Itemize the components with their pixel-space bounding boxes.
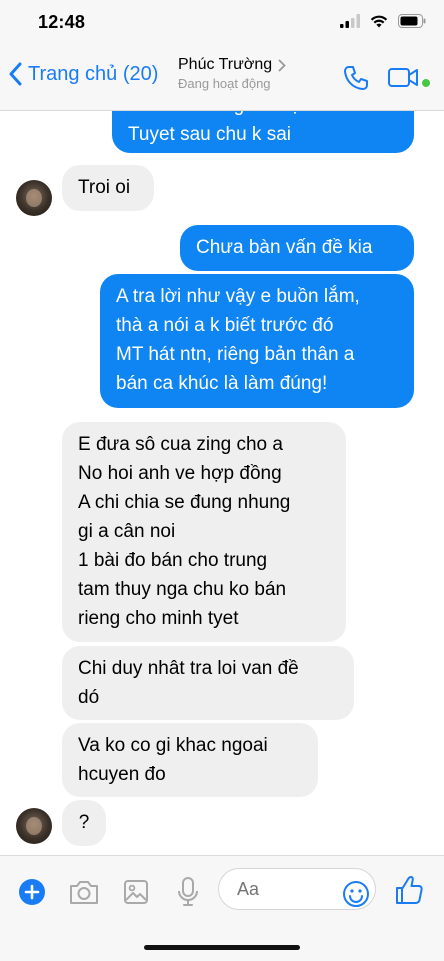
contact-status: Đang hoạt động: [178, 76, 271, 91]
message-line: thà a nói a k biết trước đó: [116, 315, 334, 336]
message-line: A chi chia se đung nhung: [78, 492, 291, 513]
call-button[interactable]: [342, 64, 370, 97]
message-line: gi a cân noi: [78, 521, 176, 542]
message-line: dó: [78, 687, 100, 708]
camera-icon: [70, 881, 98, 904]
chevron-left-icon: [9, 62, 22, 86]
camera-button[interactable]: [68, 878, 100, 911]
message-bubble-sent[interactable]: Chưa bàn vấn đề kia: [180, 225, 414, 271]
message-line: Chi duy nhât tra loi van đề: [78, 658, 299, 679]
photo-button[interactable]: [122, 878, 150, 911]
message-line: E đưa sô cua zing cho a: [78, 434, 283, 455]
message-line: nữa.. Ko rung ve luật la e: [128, 111, 398, 120]
status-icons: [340, 14, 426, 28]
more-actions-button[interactable]: [18, 878, 46, 911]
contact-info[interactable]: Phúc Trường Đang hoạt động: [178, 56, 286, 91]
video-camera-icon: [388, 68, 432, 89]
message-line: ?: [78, 812, 90, 833]
chat-header: Trang chủ (20) Phúc Trường Đang hoạt độn…: [0, 46, 444, 111]
message-line: Troi oi: [78, 177, 131, 198]
message-line: hcuyen đo: [78, 764, 166, 785]
message-line: Chưa bàn vấn đề kia: [196, 237, 373, 258]
voice-button[interactable]: [176, 876, 200, 913]
like-button[interactable]: [394, 874, 424, 911]
back-button[interactable]: Trang chủ (20): [8, 62, 158, 86]
video-call-button[interactable]: [388, 66, 434, 95]
thumbs-up-icon: [396, 876, 423, 904]
photo-icon: [124, 880, 148, 904]
message-line: Va ko co gi khac ngoai: [78, 735, 268, 756]
message-line: 1 bài đo bán cho trung: [78, 550, 268, 571]
emoji-button[interactable]: [342, 880, 370, 913]
microphone-icon: [178, 877, 198, 906]
battery-icon: [398, 14, 426, 28]
message-line: Tuyet sau chu k sai: [128, 124, 291, 145]
message-line: No hoi anh ve hợp đồng: [78, 463, 282, 484]
status-time: 12:48: [38, 12, 86, 32]
plus-icon: [19, 879, 45, 905]
message-bubble-received[interactable]: E đưa sô cua zing cho a No hoi anh ve hợ…: [62, 422, 346, 642]
signal-icon: [340, 14, 360, 28]
contact-avatar[interactable]: [16, 808, 52, 844]
message-bubble-received[interactable]: Va ko co gi khac ngoai hcuyen đo: [62, 723, 318, 797]
message-line: tam thuy nga chu ko bán: [78, 579, 287, 600]
online-indicator: [422, 79, 430, 87]
contact-avatar[interactable]: [16, 180, 52, 216]
smiley-icon: [343, 881, 369, 907]
home-indicator[interactable]: [144, 945, 300, 950]
message-list[interactable]: nữa.. Ko rung ve luật la e Tuyet sau chu…: [0, 111, 444, 854]
status-bar: 12:48: [0, 0, 444, 46]
message-line: A tra lời như vậy e buồn lắm,: [116, 286, 360, 307]
contact-name: Phúc Trường: [178, 56, 273, 73]
message-bubble-received[interactable]: Troi oi: [62, 165, 154, 211]
back-label: Trang chủ (20): [28, 62, 159, 85]
message-line: rieng cho minh tyet: [78, 608, 239, 629]
message-line: MT hát ntn, riêng bản thân a: [116, 344, 355, 365]
wifi-icon: [370, 15, 388, 28]
chevron-right-icon: [278, 59, 286, 71]
message-bubble-sent[interactable]: nữa.. Ko rung ve luật la e Tuyet sau chu…: [112, 111, 414, 153]
message-bubble-received[interactable]: ?: [62, 800, 106, 846]
message-bubble-received[interactable]: Chi duy nhât tra loi van đề dó: [62, 646, 354, 720]
phone-icon: [344, 66, 368, 90]
message-line: bán ca khúc là làm đúng!: [116, 373, 328, 394]
message-bubble-sent[interactable]: A tra lời như vậy e buồn lắm, thà a nói …: [100, 274, 414, 408]
